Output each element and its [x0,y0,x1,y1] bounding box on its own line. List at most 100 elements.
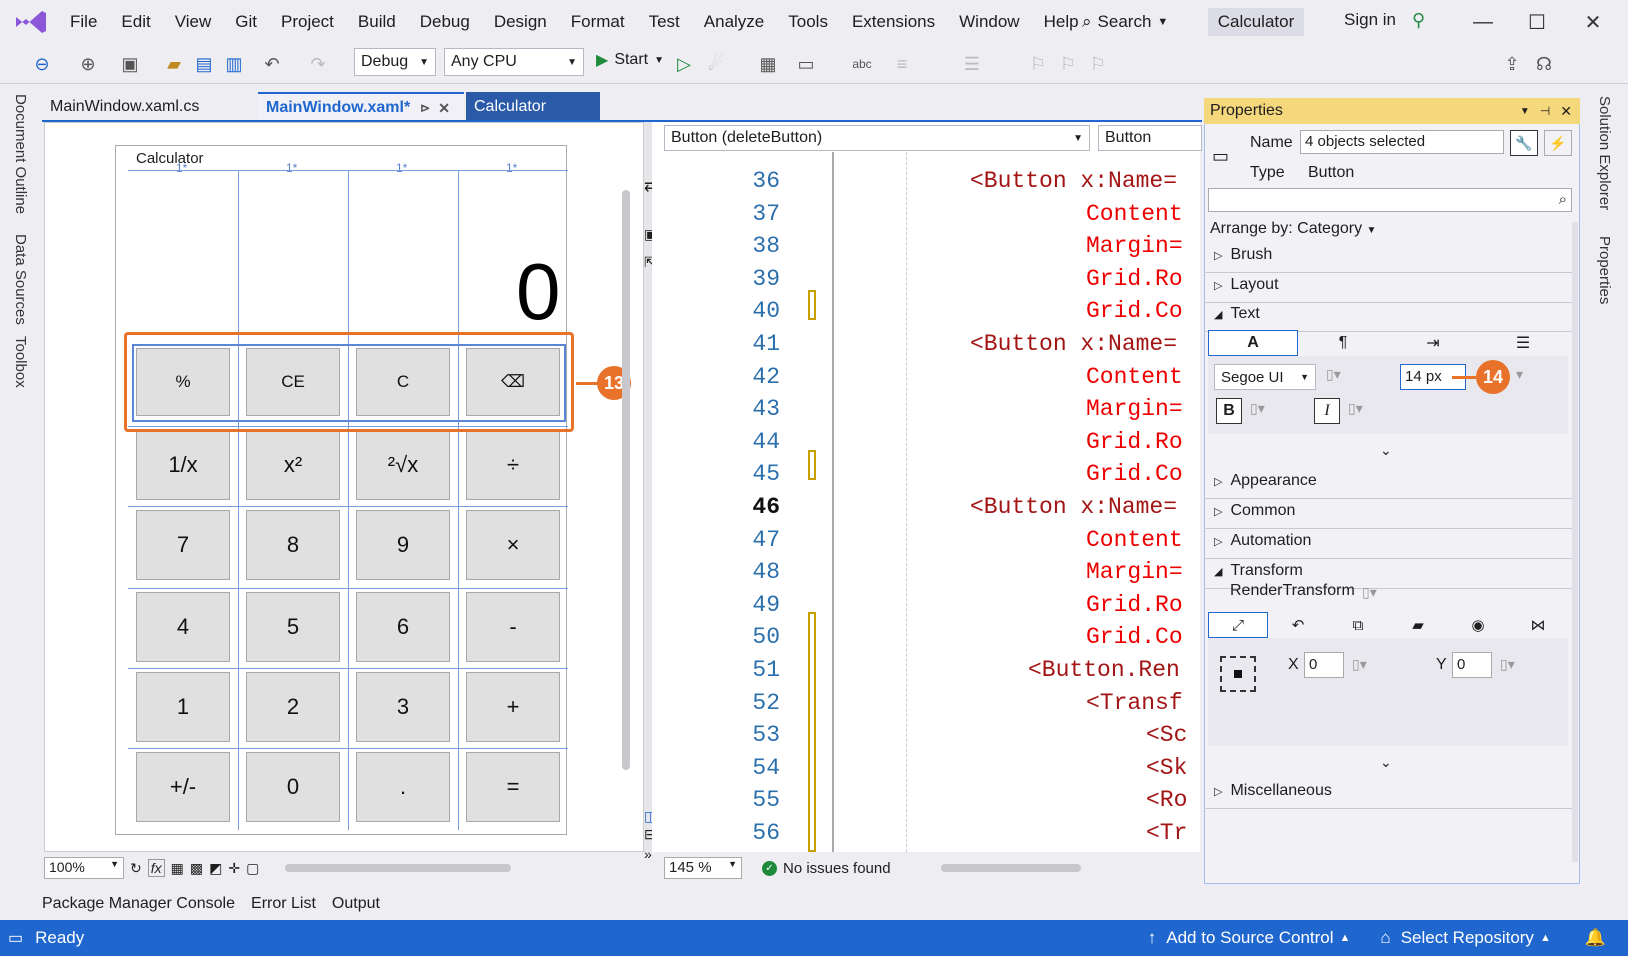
column-marker[interactable]: 1* [286,161,297,175]
solution-explorer-icon[interactable]: ▦ [756,52,780,76]
close-window-button[interactable]: ✕ [1576,8,1610,36]
calc-button[interactable]: 6 [356,592,450,662]
fx-button[interactable]: fx [147,859,165,877]
column-marker[interactable]: 1* [396,161,407,175]
calc-button[interactable]: +/- [136,752,230,822]
tab-font[interactable]: A [1208,330,1298,356]
scale-tab-icon[interactable]: ⧉ [1328,612,1388,638]
category-appearance[interactable]: ▷ Appearance [1214,472,1317,490]
properties-search[interactable]: ⌕ [1208,188,1572,212]
bookmark-next-icon[interactable]: ⚐ [1086,52,1110,76]
translate-tab-icon[interactable]: ⤢ [1208,612,1268,638]
calc-button[interactable]: x² [246,430,340,500]
category-text[interactable]: ◢ Text [1214,305,1260,323]
menu-item-file[interactable]: File [58,12,109,32]
snap-grid-icon[interactable]: ▩ [190,860,203,877]
tab-output[interactable]: Output [332,895,380,913]
save-icon[interactable]: ▤ [192,52,216,76]
flip-tab-icon[interactable]: ⋈ [1508,612,1568,638]
pin-icon[interactable]: ⊣ [1540,104,1550,118]
minimize-button[interactable]: — [1466,8,1500,36]
category-layout[interactable]: ▷ Layout [1214,276,1279,294]
font-family-select[interactable]: Segoe UI ▼ [1214,364,1316,390]
grid-icon[interactable]: ▦ [171,860,184,877]
y-field[interactable]: 0 [1452,652,1492,678]
hot-reload-icon[interactable]: ☄ [704,52,728,76]
select-repository-button[interactable]: Select Repository [1401,928,1534,948]
element-selector[interactable]: Button (deleteButton) ▼ [664,125,1090,151]
calc-button[interactable]: ²√x [356,430,450,500]
calc-button[interactable]: 4 [136,592,230,662]
account-icon[interactable]: ⚲ [1412,10,1425,31]
menu-item-debug[interactable]: Debug [408,12,482,32]
category-miscellaneous[interactable]: ▷ Miscellaneous [1214,782,1332,800]
bold-button[interactable]: B [1216,398,1242,424]
column-marker[interactable]: 1* [506,161,517,175]
solution-name-badge[interactable]: Calculator [1208,8,1304,36]
menu-item-git[interactable]: Git [223,12,269,32]
category-automation[interactable]: ▷ Automation [1214,532,1311,550]
properties-side-tab[interactable]: Properties [1596,236,1613,304]
new-project-icon[interactable]: ▣ [118,52,142,76]
menu-item-tools[interactable]: Tools [776,12,840,32]
bookmark-prev-icon[interactable]: ⚐ [1056,52,1080,76]
redo-icon[interactable]: ↷ [306,52,330,76]
maximize-button[interactable]: ☐ [1520,8,1554,36]
calc-button[interactable]: . [356,752,450,822]
forward-icon[interactable]: ⊕ [76,52,100,76]
calc-button[interactable]: 9 [356,510,450,580]
calc-button[interactable]: - [466,592,560,662]
center-point-tab-icon[interactable]: ◉ [1448,612,1508,638]
device-icon[interactable]: ▢ [246,860,259,877]
configuration-select[interactable]: Debug ▼ [354,48,436,76]
close-icon[interactable]: ✕ [438,100,450,117]
menu-item-design[interactable]: Design [482,12,559,32]
tab-mainwindow-xaml-cs[interactable]: MainWindow.xaml.cs [42,92,238,122]
platform-select[interactable]: Any CPU ▼ [444,48,584,76]
menu-item-edit[interactable]: Edit [109,12,162,32]
calc-button[interactable]: = [466,752,560,822]
menu-item-project[interactable]: Project [269,12,346,32]
menu-item-window[interactable]: Window [947,12,1031,32]
window-layout-icon[interactable]: ▭ [794,52,818,76]
back-icon[interactable]: ⊖ [30,52,54,76]
pin-icon[interactable]: ⊳ [420,101,430,115]
expand-transform-icon[interactable]: ⌄ [1380,754,1392,771]
spell-check-icon[interactable]: abc [850,52,874,76]
add-to-source-control-button[interactable]: Add to Source Control [1166,928,1333,948]
indent-tab-icon[interactable]: ⇥ [1388,330,1478,356]
undo-icon[interactable]: ↶ [260,52,284,76]
menu-item-view[interactable]: View [163,12,224,32]
zoom-select[interactable]: 100% ▼ [44,857,124,879]
properties-scrollbar[interactable] [1572,222,1578,862]
calc-button[interactable]: 3 [356,672,450,742]
editor-hscrollbar[interactable] [940,864,1081,872]
document-outline-tab[interactable]: Document Outline [12,94,29,214]
resource-icon[interactable]: ▯▾ [1250,400,1265,417]
resource-icon[interactable]: ▯▾ [1348,400,1363,417]
close-icon[interactable]: ✕ [1560,103,1572,120]
menu-item-format[interactable]: Format [559,12,637,32]
rotate-tab-icon[interactable]: ↶ [1268,612,1328,638]
calc-button[interactable]: 7 [136,510,230,580]
name-field[interactable]: 4 objects selected [1300,130,1504,154]
search-box[interactable]: ⌕ Search ▼ [1082,8,1168,36]
category-transform[interactable]: ◢ Transform [1214,562,1303,580]
start-without-debugging-icon[interactable]: ▷ [672,52,696,76]
data-sources-tab[interactable]: Data Sources [12,234,29,325]
resource-icon[interactable]: ▯▾ [1500,656,1515,673]
tab-error-list[interactable]: Error List [251,895,316,913]
italic-button[interactable]: I [1314,398,1340,424]
tab-paragraph[interactable]: ¶ [1298,330,1388,356]
snap-lines-icon[interactable]: ✛ [228,860,240,877]
resource-icon[interactable]: ▯▾ [1362,584,1377,601]
expand-text-icon[interactable]: ⌄ [1380,442,1392,459]
toolbox-tab[interactable]: Toolbox [12,336,29,388]
category-brush[interactable]: ▷ Brush [1214,246,1272,264]
save-all-icon[interactable]: ▥ [222,52,246,76]
solution-explorer-tab[interactable]: Solution Explorer [1596,96,1613,210]
visual-studio-logo-icon[interactable] [14,9,48,35]
tab-package-manager-console[interactable]: Package Manager Console [42,895,235,913]
calc-button[interactable]: + [466,672,560,742]
notifications-icon[interactable]: 🔔 [1585,928,1606,948]
